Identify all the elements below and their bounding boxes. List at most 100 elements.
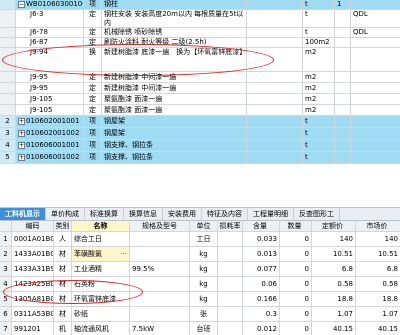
row-type[interactable]: 定 [84,28,102,37]
row-type[interactable]: 项 [84,140,102,151]
row-unit[interactable]: m2 [303,105,335,115]
material-content[interactable]: 0.013 [243,247,280,261]
material-code[interactable]: 0311A53B0 [12,307,54,321]
material-code[interactable]: 1433A01B0 [12,247,54,261]
row-type[interactable]: 定 [84,38,102,47]
material-quantity[interactable]: 0 [280,307,312,321]
material-quantity[interactable]: 0 [280,247,312,261]
quota-row[interactable]: 4 +010606001001 项钢支撑、钢拉条 t [0,140,400,152]
material-row[interactable]: 5 1305A81B0 材环氧富锌底漆 kg 0.166 0 18.8 18.8 [0,292,400,307]
row-type[interactable]: 项 [84,0,102,9]
row-feature[interactable] [247,83,303,93]
row-feature[interactable] [247,0,303,9]
material-market-price[interactable]: 0.58 [356,277,400,291]
row-type[interactable]: 定 [84,72,102,82]
header-code[interactable]: 编码 [12,221,54,231]
material-code[interactable]: 0001A01B0 [12,232,54,246]
row-type[interactable]: 定 [84,83,102,93]
row-expression[interactable]: QDL [351,10,400,27]
material-row[interactable]: 2 1433A01B0 材苯磺酸氯 ··· kg 0.013 0 10.51 10.51 [0,247,400,262]
row-unit[interactable]: t [303,152,335,163]
row-code[interactable]: J6-3 [16,10,84,27]
quota-row[interactable]: 5 +010606001002 项钢支撑、钢拉条 t [0,152,400,164]
material-quantity[interactable]: 0 [280,292,312,306]
row-feature[interactable] [247,10,303,27]
quota-row[interactable]: −WB010603001002项钢柱 t1 [0,0,400,10]
row-name[interactable]: 钢屋架 [102,128,247,139]
material-content[interactable]: 0.012 [243,322,280,335]
material-quantity[interactable]: 0 [280,322,312,335]
quota-row[interactable]: J9-105 定聚氨酯漆 面漆一遍 m2 [0,94,400,105]
row-unit[interactable]: t [303,140,335,151]
ellipsis-picker-icon[interactable]: ··· [120,247,129,261]
header-loss-rate[interactable]: 损耗率 [218,221,243,231]
material-category[interactable]: 材 [54,262,72,276]
expand-icon[interactable]: + [18,117,25,125]
row-name[interactable]: 新建树脂漆 底漆一遍 换为【环氧富锌底漆】 [102,48,247,71]
quota-row[interactable]: J6-3 定钢柱安装 安装高度20m以内 每根质量在5t以内 t QDL [0,10,400,28]
row-name[interactable]: 刷防火涂料 耐火等级 二级(2.5h) [102,38,247,47]
row-name[interactable]: 新建树脂漆 中间漆一遍 [102,72,247,82]
material-content[interactable]: 0.033 [243,232,280,246]
material-unit[interactable]: 台班 [190,322,218,335]
quota-row[interactable]: 2 +010602001001 项钢屋架 t [0,116,400,128]
row-unit[interactable]: t [303,10,335,27]
row-code[interactable]: −WB010603001002 [16,0,84,9]
row-expression[interactable] [351,94,400,104]
material-unit[interactable]: kg [190,247,218,261]
row-name[interactable]: 钢屋架 [102,116,247,127]
material-quota-price[interactable]: 10.51 [312,247,356,261]
material-quota-price[interactable]: 6.8 [312,262,356,276]
material-content[interactable]: 0.166 [243,292,280,306]
row-name[interactable]: 新建树脂漆 中间漆一遍 [102,83,247,93]
row-feature[interactable] [247,116,303,127]
tab-0[interactable]: 工料机显示 [0,208,46,220]
material-unit[interactable]: 张 [190,307,218,321]
material-loss-rate[interactable] [218,307,243,321]
row-code[interactable]: +010606001001 [16,140,84,151]
material-name[interactable]: 苯磺酸氯 ··· [72,247,130,261]
material-loss-rate[interactable] [218,277,243,291]
material-quota-price[interactable]: 40.15 [312,322,356,335]
expand-icon[interactable]: + [18,141,25,149]
row-type[interactable]: 定 [84,105,102,115]
row-feature[interactable] [247,105,303,115]
row-quantity[interactable] [335,38,351,47]
header-quota-price[interactable]: 定额价 [312,221,356,231]
material-name[interactable]: 工业酒精 [72,262,130,276]
material-name[interactable]: 轴流通风机 [72,322,130,335]
row-expression[interactable] [351,38,400,47]
material-spec[interactable]: 7.5kW [130,322,190,335]
material-quantity[interactable]: 0 [280,277,312,291]
row-code[interactable]: +010606001002 [16,152,84,163]
expand-icon[interactable]: + [18,129,25,137]
row-expression[interactable] [351,140,400,151]
material-category[interactable]: 材 [54,307,72,321]
row-unit[interactable]: t [303,128,335,139]
row-quantity[interactable] [335,116,351,127]
material-quota-price[interactable]: 140 [312,232,356,246]
row-expression[interactable]: QDL [351,28,400,37]
material-row[interactable]: 7 991201 机轴流通风机 7.5kW 台班 0.012 0 40.15 40.15 [0,322,400,335]
row-unit[interactable]: t [303,28,335,37]
material-row[interactable]: 4 1423A25B0 材石英粉 kg 0.06 0 0.58 0.58 [0,277,400,292]
row-feature[interactable] [247,72,303,82]
tab-1[interactable]: 单价构成 [46,208,85,220]
material-quantity[interactable]: 0 [280,232,312,246]
header-content[interactable]: 含量 [243,221,280,231]
material-market-price[interactable]: 18.8 [356,292,400,306]
material-market-price[interactable]: 6.8 [356,262,400,276]
material-row[interactable]: 6 0311A53B0 材砂纸张 0.3 0 1.07 1.07 [0,307,400,322]
tab-7[interactable]: 反查图形工 [294,208,340,220]
header-market-price[interactable]: 市场价 [356,221,400,231]
collapse-icon[interactable]: − [18,0,25,8]
material-market-price[interactable]: 40.15 [356,322,400,335]
row-quantity[interactable] [335,94,351,104]
material-spec[interactable] [130,247,190,261]
row-unit[interactable]: 100m2 [303,38,335,47]
material-loss-rate[interactable] [218,292,243,306]
row-expression[interactable] [351,152,400,163]
row-type[interactable]: 定 [84,94,102,104]
quota-row[interactable]: 3 +010602001002 项钢屋架 t [0,128,400,140]
tab-2[interactable]: 标准换算 [85,208,124,220]
